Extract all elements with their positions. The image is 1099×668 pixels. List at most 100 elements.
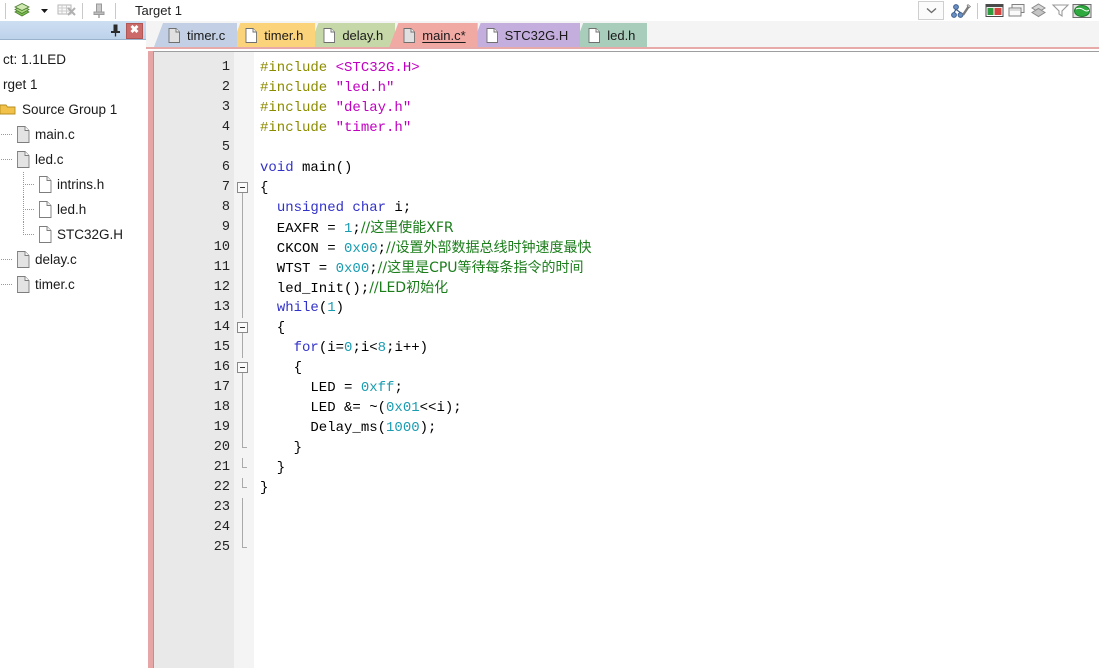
code-line[interactable]: Delay_ms(1000); — [260, 418, 1099, 438]
tree-connector — [22, 222, 38, 247]
tree-item-main-c[interactable]: main.c — [0, 122, 146, 147]
pin-tool-icon[interactable] — [88, 1, 110, 20]
auto-hide-pin-icon[interactable] — [107, 23, 124, 39]
fold-cell[interactable] — [234, 398, 254, 418]
code-line[interactable]: { — [260, 318, 1099, 338]
line-number: 23 — [213, 500, 230, 515]
fold-cell[interactable] — [234, 338, 254, 358]
fold-cell[interactable] — [234, 418, 254, 438]
fold-line — [242, 518, 243, 538]
code-editor[interactable]: 1 2 3 4 5 6 7 8 9 10 11 12 13 14 15 16 17 18 19 20 21 22 23 24 2… — [146, 49, 1099, 668]
sidebar-close-button[interactable]: ✖ — [126, 22, 143, 39]
fold-cell[interactable] — [234, 518, 254, 538]
code-line[interactable] — [260, 138, 1099, 158]
fold-line — [242, 258, 243, 278]
header-file-icon — [38, 226, 53, 243]
code-line[interactable] — [260, 538, 1099, 558]
fold-toggle-icon[interactable] — [237, 182, 248, 193]
code-line[interactable]: while(1) — [260, 298, 1099, 318]
fold-toggle-icon[interactable] — [237, 322, 248, 333]
code-line[interactable]: { — [260, 358, 1099, 378]
fold-cell[interactable] — [234, 218, 254, 238]
fold-cell[interactable] — [234, 178, 254, 198]
fold-line — [242, 498, 243, 518]
tree-item-stc32g-h[interactable]: STC32G.H — [0, 222, 146, 247]
code-line[interactable]: WTST = 0x00;//这里是CPU等待每条指令的时间 — [260, 258, 1099, 278]
tree-item-source-group[interactable]: Source Group 1 — [0, 97, 146, 122]
fold-cell[interactable] — [234, 58, 254, 78]
code-token-plain: ) — [335, 300, 345, 316]
fold-cell[interactable] — [234, 498, 254, 518]
code-line[interactable]: #include "timer.h" — [260, 118, 1099, 138]
fold-cell[interactable] — [234, 318, 254, 338]
tree-item-intrins-h[interactable]: intrins.h — [0, 172, 146, 197]
fold-cell[interactable] — [234, 438, 254, 458]
tab-label: delay.h — [342, 27, 384, 43]
fold-cell[interactable] — [234, 138, 254, 158]
code-token-num: 8 — [377, 340, 387, 356]
code-line[interactable]: LED &= ~(0x01<<i); — [260, 398, 1099, 418]
fold-cell[interactable] — [234, 478, 254, 498]
code-line[interactable]: CKCON = 0x00;//设置外部数据总线时钟速度最快 — [260, 238, 1099, 258]
project-tree[interactable]: ct: 1.1LED rget 1 Source Group 1 main.c … — [0, 40, 146, 668]
books-window-icon[interactable] — [1005, 1, 1027, 20]
code-line[interactable]: #include "delay.h" — [260, 98, 1099, 118]
tree-item-delay-c[interactable]: delay.c — [0, 247, 146, 272]
target-selector-label[interactable]: Target 1 — [135, 3, 182, 18]
project-window-icon[interactable] — [983, 1, 1005, 20]
fold-cell[interactable] — [234, 118, 254, 138]
code-line[interactable]: for(i=0;i<8;i++) — [260, 338, 1099, 358]
tree-item-timer-c[interactable]: timer.c — [0, 272, 146, 297]
fold-cell[interactable] — [234, 158, 254, 178]
fold-cell[interactable] — [234, 78, 254, 98]
tab-led-h[interactable]: led.h — [574, 23, 648, 47]
code-token-plain: ( — [318, 300, 328, 316]
dropdown-arrow-icon[interactable] — [33, 1, 55, 20]
batch-build-icon[interactable] — [55, 1, 77, 20]
code-line[interactable]: { — [260, 178, 1099, 198]
code-line[interactable]: void main() — [260, 158, 1099, 178]
tab-delay-h[interactable]: delay.h — [309, 23, 396, 47]
fold-cell[interactable] — [234, 278, 254, 298]
fold-cell[interactable] — [234, 258, 254, 278]
fold-end-marker — [242, 438, 247, 448]
fold-cell[interactable] — [234, 538, 254, 558]
fold-cell[interactable] — [234, 378, 254, 398]
templates-window-icon[interactable] — [1049, 1, 1071, 20]
fold-cell[interactable] — [234, 358, 254, 378]
fold-cell[interactable] — [234, 198, 254, 218]
code-folding-margin[interactable] — [234, 52, 254, 668]
code-line[interactable]: EAXFR = 1;//这里使能XFR — [260, 218, 1099, 238]
code-line[interactable] — [260, 518, 1099, 538]
source-browser-icon[interactable] — [1071, 1, 1093, 20]
tab-timer-c[interactable]: timer.c — [154, 23, 238, 47]
code-line[interactable]: } — [260, 458, 1099, 478]
fold-cell[interactable] — [234, 458, 254, 478]
tree-item-led-c[interactable]: led.c — [0, 147, 146, 172]
fold-cell[interactable] — [234, 238, 254, 258]
code-line[interactable] — [260, 498, 1099, 518]
build-icon[interactable] — [11, 1, 33, 20]
tab-main-c[interactable]: main.c* — [389, 23, 478, 47]
code-line[interactable]: led_Init();//LED初始化 — [260, 278, 1099, 298]
tree-item-target[interactable]: rget 1 — [0, 72, 146, 97]
target-options-icon[interactable] — [950, 1, 972, 20]
code-line[interactable]: } — [260, 478, 1099, 498]
fold-toggle-icon[interactable] — [237, 362, 248, 373]
code-line[interactable]: #include "led.h" — [260, 78, 1099, 98]
combo-dropdown-icon[interactable] — [918, 1, 944, 20]
code-line[interactable]: #include <STC32G.H> — [260, 58, 1099, 78]
code-line[interactable]: } — [260, 438, 1099, 458]
fold-line — [242, 218, 243, 238]
tab-timer-h[interactable]: timer.h — [231, 23, 316, 47]
functions-window-icon[interactable] — [1027, 1, 1049, 20]
code-text-area[interactable]: #include <STC32G.H> #include "led.h" #incl… — [254, 52, 1099, 668]
code-line[interactable]: unsigned char i; — [260, 198, 1099, 218]
tab-stc32g-h[interactable]: STC32G.H — [471, 23, 581, 47]
fold-cell[interactable] — [234, 98, 254, 118]
tree-item-led-h[interactable]: led.h — [0, 197, 146, 222]
fold-cell[interactable] — [234, 298, 254, 318]
tree-item-project[interactable]: ct: 1.1LED — [0, 47, 146, 72]
code-line[interactable]: LED = 0xff; — [260, 378, 1099, 398]
